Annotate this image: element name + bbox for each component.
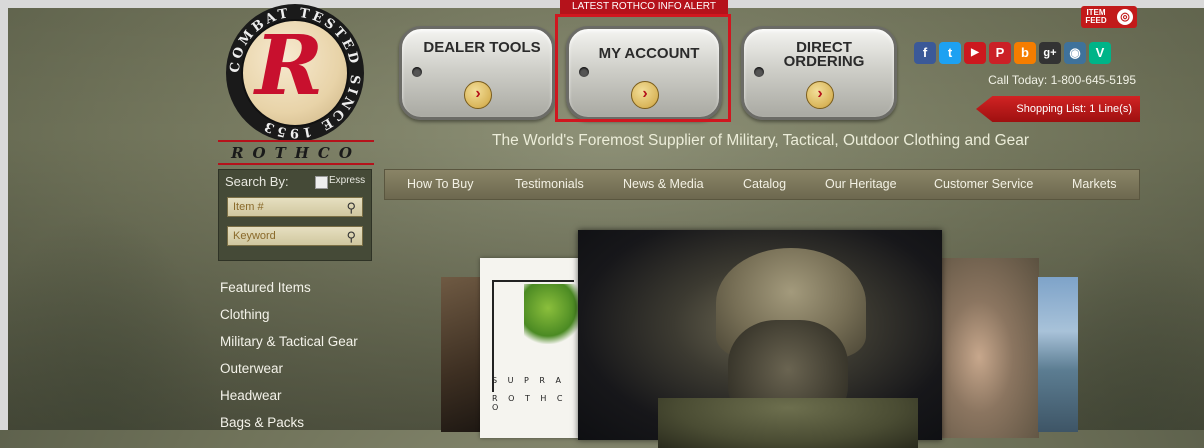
nav-our-heritage[interactable]: Our Heritage [825,170,897,199]
item-number-input[interactable]: Item # ⚲ [227,197,363,217]
dealer-tools-button[interactable]: DEALER TOOLS › [399,26,555,120]
google-plus-icon[interactable]: g+ [1039,42,1061,64]
social-links: f t ▶ P b g+ ◉ V [914,42,1111,68]
banner-slide-hands[interactable] [939,258,1039,438]
keyword-placeholder: Keyword [233,230,276,242]
background-tree [8,210,228,430]
nav-testimonials[interactable]: Testimonials [515,170,584,199]
tag-hole [754,67,764,77]
search-by-label: Search By: [225,174,289,189]
facebook-icon[interactable]: f [914,42,936,64]
banner-slide-catalog[interactable]: S U P R A R O T H C O [480,258,584,438]
tag-hole [412,67,422,77]
search-icon[interactable]: ⚲ [346,228,356,246]
menu-item-military-tactical-gear[interactable]: Military & Tactical Gear [220,328,358,355]
scarf-graphic [658,398,918,448]
youtube-icon[interactable]: ▶ [964,42,986,64]
menu-item-outerwear[interactable]: Outerwear [220,355,358,382]
chevron-right-icon: › [806,81,834,109]
main-nav: How To Buy Testimonials News & Media Cat… [384,169,1140,200]
banner-slide-left[interactable] [441,277,485,432]
shopping-list-button[interactable]: Shopping List: 1 Line(s) [976,96,1140,122]
banner-slide-soldier[interactable] [578,230,942,448]
menu-item-headwear[interactable]: Headwear [220,382,358,409]
nav-news-media[interactable]: News & Media [623,170,704,199]
express-checkbox[interactable] [315,176,328,189]
nav-catalog[interactable]: Catalog [743,170,786,199]
svg-text:COMBAT TESTED SINCE 1953: COMBAT TESTED SINCE 1953 [228,6,363,140]
instagram-icon[interactable]: ◉ [1064,42,1086,64]
logo-wordmark: ROTHCO [218,140,374,165]
leaf-graphic [524,284,584,344]
search-icon[interactable]: ⚲ [346,199,356,217]
menu-item-bags-packs[interactable]: Bags & Packs [220,409,358,436]
category-menu: Featured Items Clothing Military & Tacti… [220,274,358,436]
latest-info-alert-tab[interactable]: LATEST ROTHCO INFO ALERT [560,0,728,14]
twitter-icon[interactable]: t [939,42,961,64]
banner-slide-landscape[interactable] [1038,277,1078,432]
my-account-highlight [555,14,731,122]
direct-ordering-button[interactable]: DIRECT ORDERING › [741,26,897,120]
item-feed-label: ITEM FEED [1085,8,1107,25]
call-today-phone[interactable]: Call Today: 1-800-645-5195 [960,73,1136,87]
site-tagline: The World's Foremost Supplier of Militar… [492,132,1030,149]
item-number-placeholder: Item # [233,201,264,213]
item-feed-button[interactable]: ITEM FEED ◎ [1081,6,1137,28]
nav-customer-service[interactable]: Customer Service [934,170,1033,199]
direct-ordering-label: DIRECT ORDERING [783,39,865,70]
paper-text-rothco: R O T H C O [492,394,567,412]
menu-item-clothing[interactable]: Clothing [220,301,358,328]
express-label: Express [329,175,366,186]
rothco-logo[interactable]: R COMBAT TESTED SINCE 1953 ROTHCO [218,4,378,165]
blog-icon[interactable]: b [1014,42,1036,64]
paper-text-supra: S U P R A [492,376,565,385]
logo-ring-text: COMBAT TESTED SINCE 1953 [228,6,363,140]
vine-icon[interactable]: V [1089,42,1111,64]
nav-markets[interactable]: Markets [1072,170,1116,199]
search-panel: Search By: Express Item # ⚲ Keyword ⚲ [218,169,372,261]
nav-how-to-buy[interactable]: How To Buy [407,170,473,199]
keyword-input[interactable]: Keyword ⚲ [227,226,363,246]
dealer-tools-label: DEALER TOOLS [423,39,541,56]
chevron-right-icon: › [464,81,492,109]
rss-icon: ◎ [1117,9,1133,25]
menu-item-featured-items[interactable]: Featured Items [220,274,358,301]
pinterest-icon[interactable]: P [989,42,1011,64]
